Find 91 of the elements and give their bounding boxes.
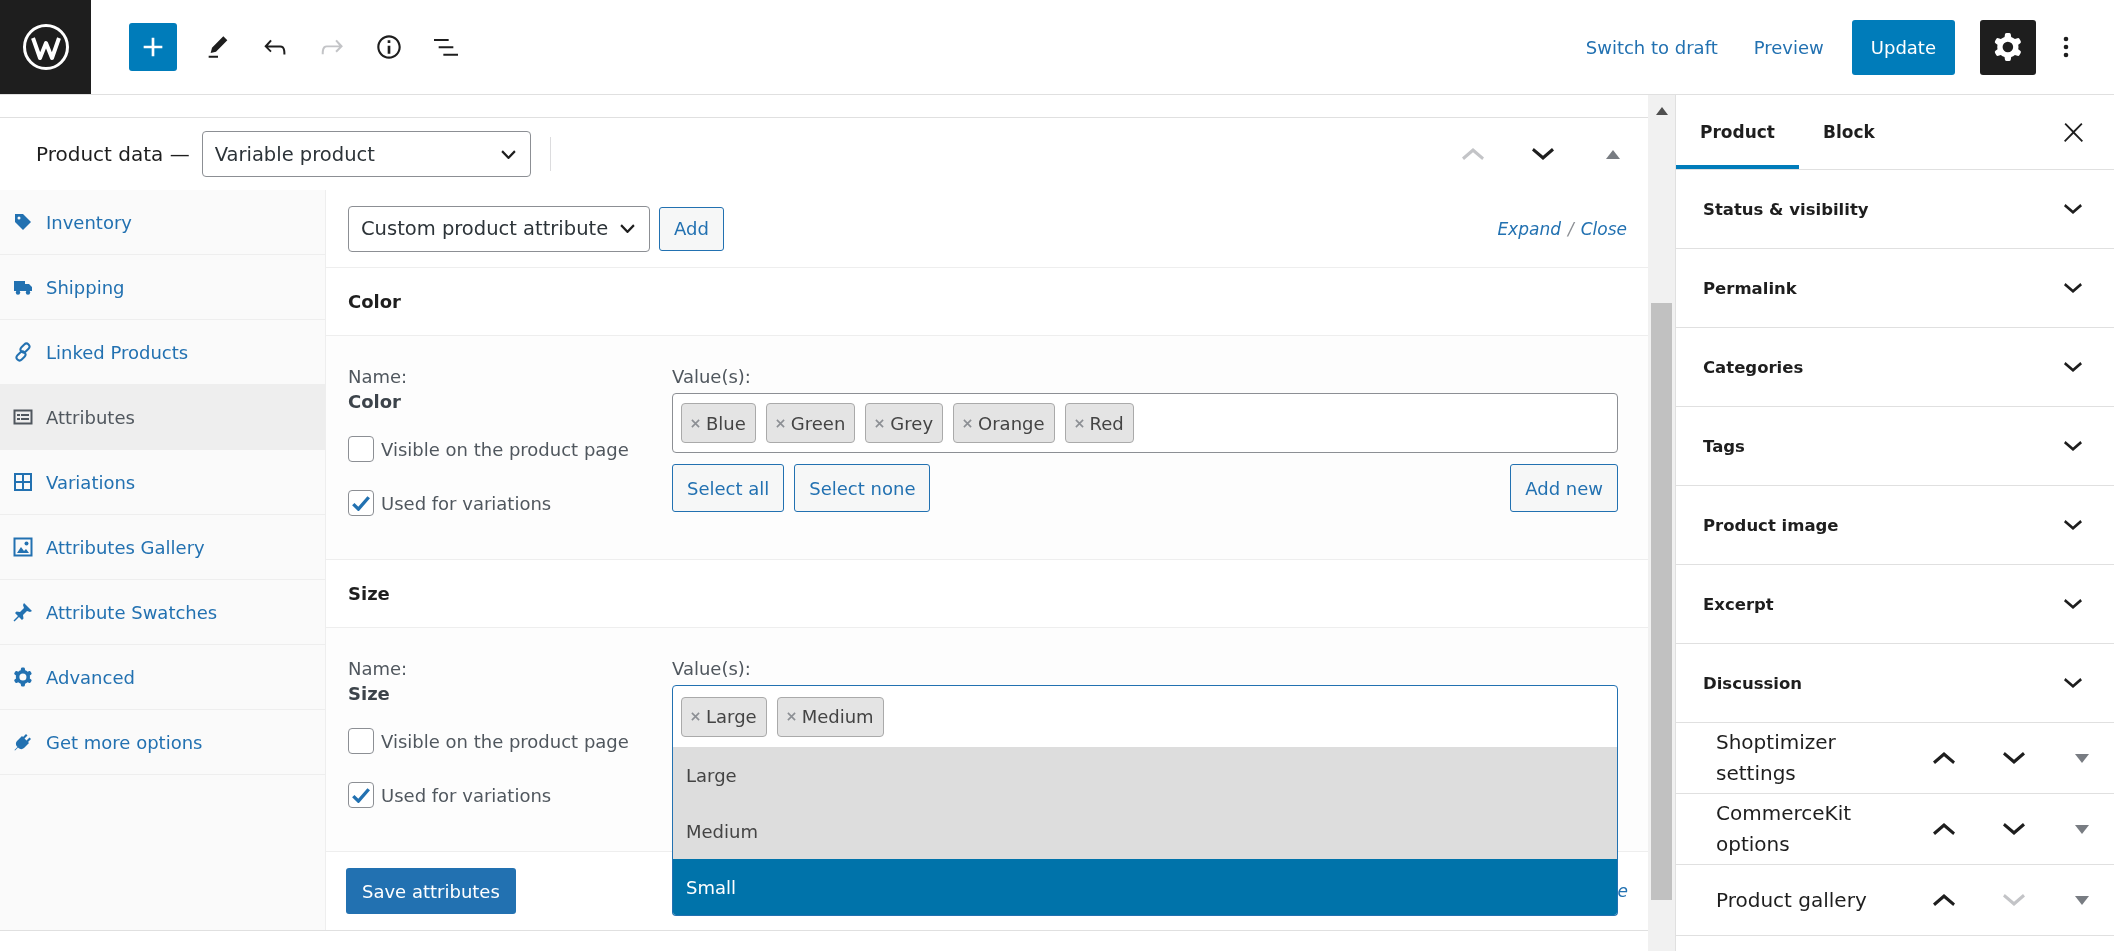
checkbox-label: Visible on the product page — [381, 730, 629, 752]
meta-box-title: CommerceKit options — [1716, 800, 1853, 858]
remove-icon — [1074, 418, 1084, 428]
remove-icon — [691, 712, 700, 721]
close-icon — [2063, 122, 2083, 142]
checkbox[interactable] — [348, 782, 374, 808]
tag-icon — [13, 212, 33, 232]
settings-icon — [1993, 32, 2023, 62]
panel-toggle[interactable]: Status & visibility — [1676, 170, 2114, 249]
product-data-tab[interactable]: Attributes — [0, 385, 325, 450]
product-data-tab[interactable]: Advanced — [0, 645, 325, 710]
product-data-tab[interactable]: Variations — [0, 450, 325, 515]
remove-icon — [786, 712, 796, 721]
grid-icon — [13, 472, 33, 492]
value-tag[interactable]: Medium — [776, 696, 884, 737]
panel-toggle[interactable]: Discussion — [1676, 644, 2114, 723]
checkbox[interactable] — [348, 728, 374, 754]
checkmark-icon — [352, 787, 370, 803]
logo-icon — [21, 23, 70, 71]
attribute-type-select[interactable]: Custom product attribute — [348, 205, 650, 252]
checkbox-label: Used for variations — [381, 784, 552, 806]
panel-toggle[interactable]: Tags — [1676, 407, 2114, 486]
select-all-button[interactable]: Select all — [672, 464, 785, 512]
attribute-title: Size — [348, 583, 390, 604]
name-label: Name: — [348, 365, 408, 389]
attribute-name: Color — [348, 390, 401, 414]
pushpin-icon — [13, 602, 33, 622]
product-data-tab[interactable]: Get more options — [0, 710, 325, 775]
checkmark-icon — [352, 495, 370, 511]
value-tag[interactable]: Red — [1064, 403, 1134, 443]
remove-icon — [875, 418, 885, 428]
select-none-button[interactable]: Select none — [794, 464, 931, 512]
panel-toggle[interactable]: Excerpt — [1676, 565, 2114, 644]
value-tag[interactable]: Orange — [953, 403, 1055, 443]
product-type-select[interactable]: Variable product — [201, 131, 531, 177]
attribute-name: Size — [348, 682, 390, 706]
remove-icon — [963, 418, 973, 428]
site-logo-button[interactable] — [0, 0, 91, 94]
dropdown-option[interactable]: Small — [673, 859, 1617, 915]
partial-link[interactable]: e — [1617, 881, 1628, 901]
values-field[interactable]: Blue Green Grey Orange Red — [672, 393, 1618, 453]
scrollbar[interactable] — [1648, 95, 1675, 951]
values-label: Value(s): — [672, 657, 751, 681]
section-title: Product data — — [36, 142, 190, 166]
panel-toggle[interactable]: Permalink — [1676, 249, 2114, 328]
checkbox-label: Visible on the product page — [381, 438, 629, 460]
product-data-tab[interactable]: Shipping — [0, 255, 325, 320]
sidebar-tab[interactable]: Block — [1799, 95, 1899, 169]
panel-toggle[interactable]: Categories — [1676, 328, 2114, 407]
chevron-down-icon — [620, 224, 635, 233]
product-data-tab[interactable]: Inventory — [0, 190, 325, 255]
checkbox-label: Used for variations — [381, 492, 552, 514]
checkbox[interactable] — [348, 490, 374, 516]
value-tag[interactable]: Grey — [865, 403, 944, 443]
meta-box-title: Product gallery — [1716, 886, 1868, 914]
chevron-down-icon — [500, 149, 516, 159]
close-link[interactable]: Close — [1580, 218, 1627, 239]
list-card-icon — [13, 407, 33, 427]
link-icon — [13, 342, 33, 362]
switch-to-draft-link[interactable]: Switch to draft — [1567, 23, 1736, 71]
update-button[interactable]: Update — [1851, 19, 1955, 75]
scroll-up-arrow-icon — [1655, 107, 1668, 115]
dropdown-option[interactable]: Medium — [673, 803, 1617, 859]
remove-icon — [691, 418, 700, 428]
gear-icon — [13, 667, 33, 687]
save-attributes-button[interactable]: Save attributes — [346, 868, 516, 914]
value-tag[interactable]: Large — [681, 696, 767, 737]
expand-link[interactable]: Expand — [1497, 218, 1561, 239]
value-tag[interactable]: Green — [765, 403, 856, 443]
attribute-title: Color — [348, 291, 401, 312]
name-label: Name: — [348, 657, 408, 681]
dropdown-option[interactable]: Large — [673, 747, 1617, 803]
add-block-button[interactable] — [129, 23, 177, 71]
add-attribute-button[interactable]: Add — [659, 206, 724, 251]
image-icon — [13, 537, 33, 557]
product-data-tab[interactable]: Attributes Gallery — [0, 515, 325, 580]
meta-box-title: Shoptimizer settings — [1716, 729, 1837, 787]
add-new-button[interactable]: Add new — [1510, 464, 1618, 512]
value-tag[interactable]: Blue — [681, 403, 756, 443]
panel-toggle[interactable]: Product image — [1676, 486, 2114, 565]
vertical-ellipsis-icon — [2063, 35, 2069, 59]
product-data-tab[interactable]: Attribute Swatches — [0, 580, 325, 645]
plug-icon — [13, 732, 33, 752]
preview-link[interactable]: Preview — [1735, 23, 1842, 71]
values-label: Value(s): — [672, 365, 751, 389]
sidebar-tab[interactable]: Product — [1676, 95, 1799, 169]
settings-button[interactable] — [1980, 19, 2036, 75]
link-separator: / — [1567, 218, 1574, 239]
remove-icon — [775, 418, 785, 428]
checkbox[interactable] — [348, 436, 374, 462]
scrollbar-thumb[interactable] — [1651, 303, 1672, 900]
